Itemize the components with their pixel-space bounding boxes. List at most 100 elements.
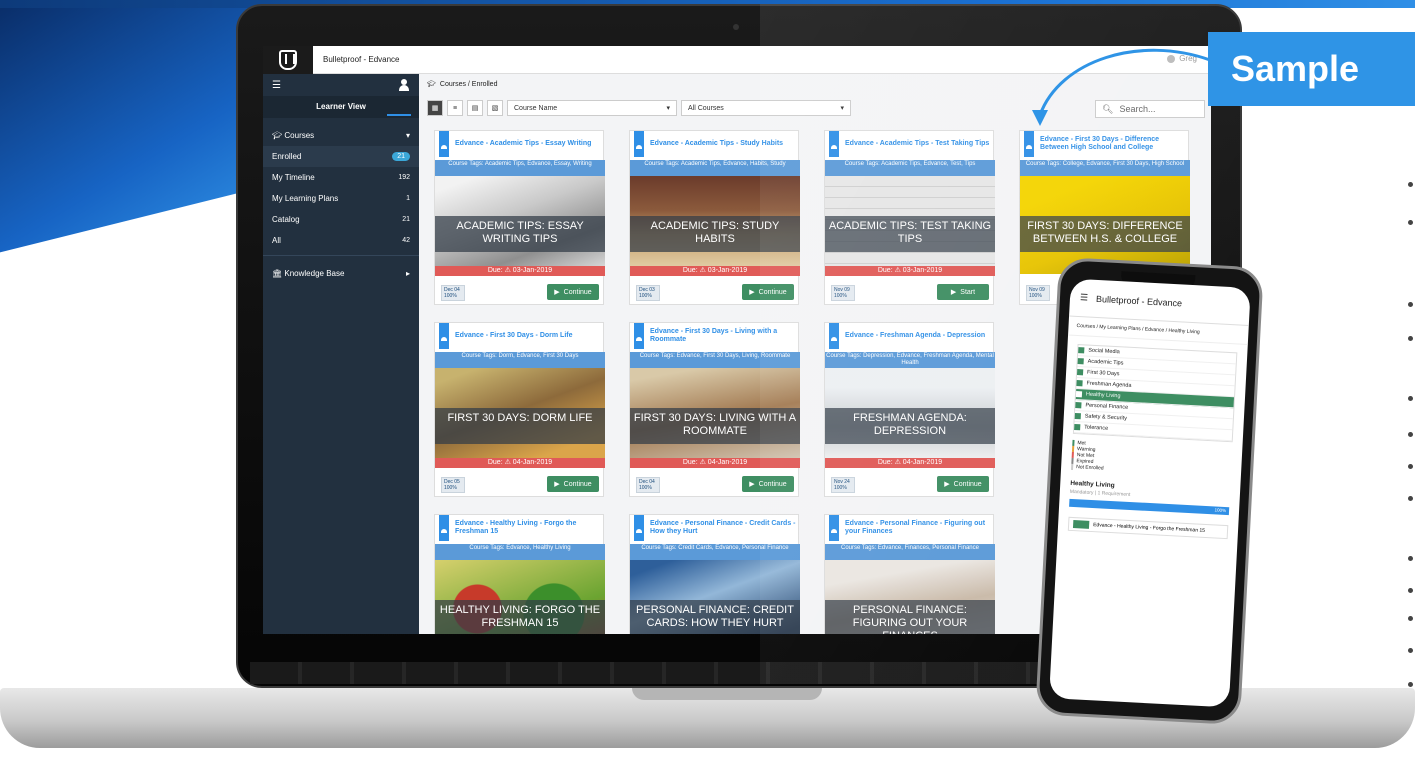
graduation-cap-icon: 🎓︎ <box>272 130 283 140</box>
card-tags: Course Tags: Academic Tips, Edvance, Hab… <box>630 160 800 176</box>
course-icon <box>634 131 644 157</box>
card-title[interactable]: Edvance - Personal Finance - Figuring ou… <box>845 520 993 536</box>
toolbar: ▦ ≡ ▤ ▧ Course Name ▾ All Courses ▾ <box>427 100 851 116</box>
card-footer: Dec 03 100% ▶ Continue <box>630 281 800 301</box>
sidebar-section-knowledge-base[interactable]: 🏛︎ Knowledge Base ▸ <box>263 262 419 284</box>
course-card[interactable]: Edvance - Academic Tips - Study Habits C… <box>629 130 800 305</box>
plan-course-row[interactable]: Edvance - Healthy Living - Forgo the Fre… <box>1067 516 1229 540</box>
play-icon: ▶ <box>749 481 755 488</box>
sort-select[interactable]: Course Name ▾ <box>507 100 677 116</box>
menu-icon[interactable]: ☰ <box>272 80 281 91</box>
courses-label: Courses <box>284 130 315 140</box>
card-footer: Nov 24 100% ▶ Continue <box>825 473 995 493</box>
date-badge: Nov 24 100% <box>831 477 855 493</box>
course-image: FRESHMAN AGENDA: DEPRESSION <box>825 368 995 466</box>
image-caption: HEALTHY LIVING: FORGO THE FRESHMAN 15 <box>435 600 605 634</box>
course-card[interactable]: Edvance - First 30 Days - Living with a … <box>629 322 800 497</box>
course-icon <box>829 323 839 349</box>
button-label: Continue <box>953 480 982 488</box>
course-card[interactable]: Edvance - Personal Finance - Credit Card… <box>629 514 800 634</box>
image-caption: FIRST 30 DAYS: DORM LIFE <box>435 408 605 444</box>
card-title[interactable]: Edvance - First 30 Days - Dorm Life <box>455 332 603 340</box>
start-button[interactable]: ▶ Start <box>937 284 989 300</box>
button-label: Continue <box>758 288 787 296</box>
course-card[interactable]: Edvance - Personal Finance - Figuring ou… <box>824 514 995 634</box>
card-title[interactable]: Edvance - Academic Tips - Study Habits <box>650 140 798 148</box>
person-icon[interactable] <box>398 79 410 91</box>
card-title[interactable]: Edvance - Academic Tips - Test Taking Ti… <box>845 140 993 148</box>
enrolled-count-badge: 21 <box>392 152 410 161</box>
card-header: Edvance - First 30 Days - Dorm Life <box>435 323 605 349</box>
sidebar-item-my-timeline[interactable]: My Timeline 192 <box>263 167 419 188</box>
card-title[interactable]: Edvance - Academic Tips - Essay Writing <box>455 140 603 148</box>
course-image: PERSONAL FINANCE: CREDIT CARDS: HOW THEY… <box>630 560 800 634</box>
sidebar-header: ☰ <box>263 74 419 96</box>
card-title[interactable]: Edvance - Personal Finance - Credit Card… <box>650 520 798 536</box>
sidebar-item-all[interactable]: All 42 <box>263 230 419 251</box>
continue-button[interactable]: ▶ Continue <box>742 284 794 300</box>
course-card[interactable]: Edvance - Healthy Living - Forgo the Fre… <box>434 514 605 634</box>
filter-select-value: All Courses <box>688 104 724 112</box>
phone-screen: ☰ Bulletproof - Edvance Courses / My Lea… <box>1049 278 1251 708</box>
plan-item-label: Academic Tips <box>1087 358 1124 367</box>
image-caption: FRESHMAN AGENDA: DEPRESSION <box>825 408 995 444</box>
date-badge: Dec 04 100% <box>636 477 660 493</box>
play-icon: ▶ <box>944 481 950 488</box>
course-card[interactable]: Edvance - Academic Tips - Test Taking Ti… <box>824 130 995 305</box>
shield-logo-icon <box>279 49 297 70</box>
progress-text: 100% <box>639 293 652 299</box>
date-badge: Dec 05 100% <box>441 477 465 493</box>
image-caption: ACADEMIC TIPS: TEST TAKING TIPS <box>825 216 995 252</box>
card-header: Edvance - Academic Tips - Essay Writing <box>435 131 605 157</box>
course-card[interactable]: Edvance - First 30 Days - Dorm Life Cour… <box>434 322 605 497</box>
sidebar-item-enrolled[interactable]: Enrolled 21 <box>263 146 419 167</box>
button-label: Continue <box>563 480 592 488</box>
filter-select[interactable]: All Courses ▾ <box>681 100 851 116</box>
menu-icon[interactable]: ☰ <box>1080 292 1089 303</box>
sidebar-item-my-learning-plans[interactable]: My Learning Plans 1 <box>263 188 419 209</box>
card-title[interactable]: Edvance - Freshman Agenda - Depression <box>845 332 993 340</box>
breadcrumb-text: Courses / Enrolled <box>439 80 498 88</box>
continue-button[interactable]: ▶ Continue <box>937 476 989 492</box>
list-view-icon[interactable]: ≡ <box>447 100 463 116</box>
due-date: Due: ⚠ 03-Jan-2019 <box>435 266 605 276</box>
app-logo[interactable] <box>263 46 313 74</box>
card-title[interactable]: Edvance - First 30 Days - Living with a … <box>650 328 798 344</box>
progress-text: 100% <box>1029 293 1042 299</box>
card-header: Edvance - Healthy Living - Forgo the Fre… <box>435 515 605 541</box>
calendar-view-icon[interactable]: ▤ <box>467 100 483 116</box>
card-tags: Course Tags: Depression, Edvance, Freshm… <box>825 352 995 368</box>
course-card[interactable]: Edvance - Freshman Agenda - Depression C… <box>824 322 995 497</box>
continue-button[interactable]: ▶ Continue <box>547 476 599 492</box>
continue-button[interactable]: ▶ Continue <box>547 284 599 300</box>
due-date: Due: ⚠ 04-Jan-2019 <box>435 458 605 468</box>
continue-button[interactable]: ▶ Continue <box>742 476 794 492</box>
sidebar-section-courses[interactable]: 🎓︎ Courses ▾ <box>263 124 419 146</box>
card-tags: Course Tags: Edvance, Healthy Living <box>435 544 605 560</box>
card-title[interactable]: Edvance - Healthy Living - Forgo the Fre… <box>455 520 603 536</box>
date-badge: Nov 09 100% <box>1026 285 1050 301</box>
book-view-icon[interactable]: ▧ <box>487 100 503 116</box>
course-icon <box>439 131 449 157</box>
plan-item-label: Social Media <box>1088 347 1120 356</box>
smartphone: ☰ Bulletproof - Edvance Courses / My Lea… <box>1035 256 1264 726</box>
status-icon <box>1076 380 1083 387</box>
date-badge: Dec 04 100% <box>441 285 465 301</box>
learning-plan-list: Social Media Academic Tips First 30 Days… <box>1072 344 1238 443</box>
progress-text: 100% <box>444 293 457 299</box>
button-label: Start <box>960 288 976 296</box>
course-icon <box>439 515 449 541</box>
course-icon <box>634 515 644 541</box>
course-label: Edvance - Healthy Living - Forgo the Fre… <box>1092 522 1206 534</box>
course-image: ACADEMIC TIPS: ESSAY WRITING TIPS <box>435 176 605 274</box>
card-header: Edvance - Personal Finance - Figuring ou… <box>825 515 995 541</box>
sidebar-item-catalog[interactable]: Catalog 21 <box>263 209 419 230</box>
graduation-cap-icon: 🎓︎ <box>427 81 436 88</box>
status-icon <box>1078 347 1085 354</box>
course-image: ACADEMIC TIPS: TEST TAKING TIPS <box>825 176 995 274</box>
course-card[interactable]: Edvance - Academic Tips - Essay Writing … <box>434 130 605 305</box>
course-image: FIRST 30 DAYS: LIVING WITH A ROOMMATE <box>630 368 800 466</box>
grid-view-icon[interactable]: ▦ <box>427 100 443 116</box>
due-date: Due: ⚠ 04-Jan-2019 <box>630 458 800 468</box>
card-footer: Dec 04 100% ▶ Continue <box>435 281 605 301</box>
